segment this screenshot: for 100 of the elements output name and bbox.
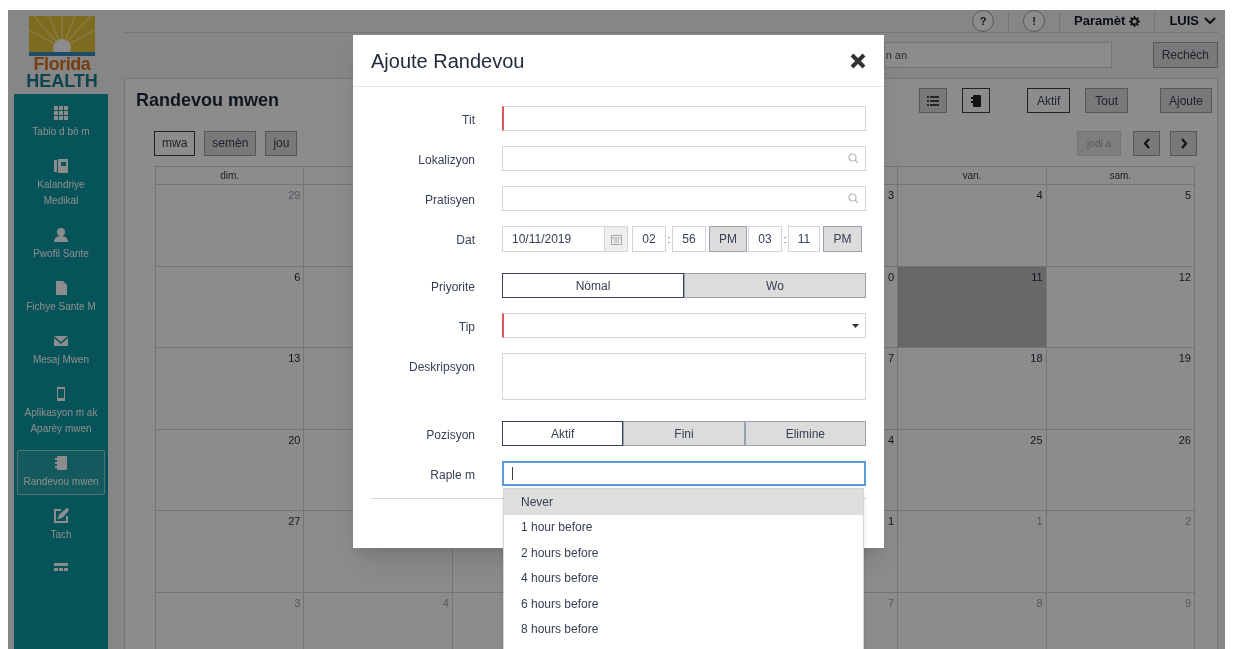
hour-field[interactable]: 02: [632, 226, 666, 252]
dropdown-option[interactable]: Never: [504, 489, 863, 515]
day-number: 4: [888, 432, 895, 448]
field-label: Dat: [455, 232, 475, 249]
day-cell[interactable]: 26: [1046, 429, 1195, 511]
day-number: 27: [288, 514, 301, 529]
day-number: 8: [1036, 595, 1043, 611]
next-button[interactable]: [1170, 130, 1197, 156]
person-icon: [53, 227, 69, 243]
day-number: 13: [288, 351, 301, 366]
page-title: Randevou mwen: [136, 89, 280, 112]
day-cell[interactable]: 20: [156, 429, 305, 511]
segment-option[interactable]: Nòmal: [502, 273, 684, 298]
dropdown-option[interactable]: 6 hours before: [504, 591, 863, 617]
view-range-tab[interactable]: jou: [265, 130, 298, 156]
sidebar-item[interactable]: Fichye Sante M: [17, 275, 105, 320]
day-number: 25: [1030, 432, 1043, 448]
hour-field[interactable]: 03: [748, 226, 782, 252]
day-cell[interactable]: 4: [898, 185, 1047, 267]
sidebar-item[interactable]: Tablo d bò m: [17, 100, 105, 145]
dropdown-option[interactable]: 4 hours before: [504, 565, 863, 591]
am-pm-toggle[interactable]: PM: [823, 226, 862, 252]
day-cell[interactable]: 19: [1046, 348, 1195, 430]
segment-option[interactable]: Fini: [623, 421, 745, 446]
day-cell[interactable]: 6: [156, 266, 305, 348]
search-icon: [848, 153, 859, 164]
help-button[interactable]: ?: [972, 10, 995, 32]
view-toggle[interactable]: [961, 88, 990, 113]
description-field[interactable]: [502, 353, 866, 400]
sidebar-item[interactable]: Aplikasyon m ak Aparèy mwen: [17, 381, 105, 442]
segment-option[interactable]: Wo: [684, 273, 866, 298]
chevron-left-icon: [1142, 137, 1151, 149]
day-number: 12: [1178, 269, 1191, 285]
search-button[interactable]: Rechèch: [1152, 42, 1218, 68]
weekday-header: dim.: [156, 167, 305, 185]
segment-option[interactable]: Elimine: [744, 421, 866, 446]
view-range-tab[interactable]: mwa: [154, 130, 196, 156]
sidebar-item[interactable]: Mesaj Mwen: [17, 328, 105, 373]
search-field[interactable]: n an: [883, 42, 1112, 68]
add-button[interactable]: Ajoute: [1159, 88, 1212, 113]
dropdown-option[interactable]: 1 hour before: [504, 514, 863, 540]
settings-button[interactable]: Paramèt: [1074, 11, 1141, 31]
dropdown-option[interactable]: 8 hours before: [504, 616, 863, 642]
am-pm-toggle[interactable]: PM: [709, 226, 747, 252]
day-number: 7: [888, 351, 895, 366]
day-number: 4: [442, 595, 449, 611]
field-label: Deskripsyon: [407, 359, 475, 376]
sun-logo-icon: [29, 16, 95, 56]
search-icon: [848, 193, 859, 204]
chevron-right-icon: [1179, 137, 1188, 149]
view-toggle[interactable]: [918, 88, 947, 113]
notebook-icon: [53, 455, 69, 471]
file-icon: [53, 280, 69, 296]
field-label: Pozisyon: [425, 427, 475, 444]
day-cell[interactable]: 12: [1046, 266, 1195, 348]
day-number: 7: [888, 595, 895, 611]
caret-icon: [852, 323, 859, 328]
user-menu-button[interactable]: LUIS: [1169, 11, 1216, 31]
date-field[interactable]: 10/11/2019: [502, 226, 628, 252]
segment-option[interactable]: Aktif: [502, 421, 624, 446]
day-cell[interactable]: 25: [898, 429, 1047, 511]
calendar-icon: [610, 233, 622, 245]
mail-icon: [53, 333, 69, 349]
grid-icon: [53, 105, 69, 121]
search-field[interactable]: [502, 146, 866, 171]
close-icon: [849, 51, 867, 70]
day-cell[interactable]: 13: [156, 348, 305, 430]
dropdown-option[interactable]: 2 hours before: [504, 540, 863, 566]
filter-button[interactable]: Aktif: [1026, 88, 1071, 113]
alert-button[interactable]: !: [1023, 10, 1046, 32]
field-label: Priyorite: [430, 279, 475, 296]
day-cell[interactable]: 5: [1046, 185, 1195, 267]
minute-field[interactable]: 11: [788, 226, 820, 252]
text-field[interactable]: [502, 461, 866, 486]
field-label: Pratisyen: [423, 192, 475, 209]
time-separator: :: [782, 231, 788, 247]
sidebar-item[interactable]: Pwofil Sante: [17, 222, 105, 267]
notebook-icon: [968, 93, 983, 108]
sidebar-item[interactable]: Tach: [17, 503, 105, 548]
day-number: 3: [294, 595, 301, 611]
day-number: 18: [1030, 351, 1043, 366]
day-cell[interactable]: 18: [898, 348, 1047, 430]
text-cursor: [512, 467, 513, 480]
field-label: Lokalizyon: [417, 152, 475, 169]
weekday-header: van.: [898, 167, 1047, 185]
chevron-down-icon: [1204, 17, 1216, 25]
time-separator: :: [666, 231, 672, 247]
weekday-header: sam.: [1046, 167, 1195, 185]
view-range-tab[interactable]: semèn: [204, 130, 257, 156]
day-cell[interactable]: 27: [156, 511, 305, 593]
filter-button[interactable]: Tout: [1085, 88, 1128, 113]
minute-field[interactable]: 56: [672, 226, 706, 252]
day-number: 3: [888, 188, 895, 203]
day-number: 0: [888, 269, 895, 285]
previous-button[interactable]: [1133, 130, 1160, 156]
day-cell[interactable]: 11: [898, 266, 1047, 348]
search-field[interactable]: [502, 186, 866, 211]
day-number: 19: [1178, 351, 1191, 366]
sidebar-item[interactable]: Kalandriye Medikal: [17, 153, 105, 214]
text-field[interactable]: [502, 106, 866, 131]
